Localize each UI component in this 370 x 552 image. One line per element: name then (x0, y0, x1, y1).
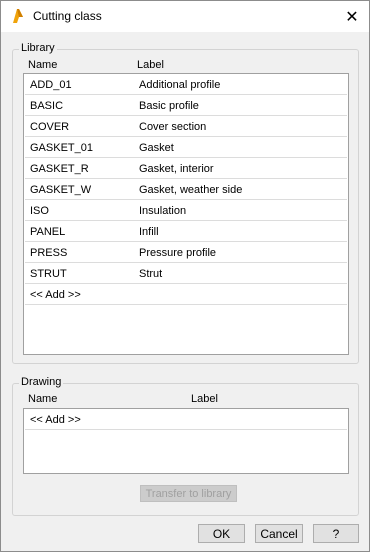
row-label: Infill (139, 226, 159, 238)
list-row[interactable]: COVER Cover section (25, 117, 347, 137)
row-name: GASKET_W (30, 184, 92, 196)
transfer-to-library-button[interactable]: Transfer to library (140, 485, 237, 502)
row-label: Additional profile (139, 79, 221, 91)
list-row[interactable]: PANEL Infill (25, 222, 347, 242)
row-label: Insulation (139, 205, 187, 217)
list-row[interactable]: GASKET_R Gasket, interior (25, 159, 347, 179)
add-row[interactable]: << Add >> (25, 410, 347, 430)
row-label: Pressure profile (139, 247, 217, 259)
list-row[interactable]: GASKET_01 Gasket (25, 138, 347, 158)
row-name: << Add >> (30, 289, 81, 301)
drawing-list[interactable]: << Add >> (23, 408, 349, 474)
library-group: Library Name Label ADD_01 Additional prof… (12, 42, 359, 364)
row-name: << Add >> (30, 414, 81, 426)
help-button[interactable]: ? (313, 524, 359, 543)
app-icon (10, 8, 26, 24)
row-name: COVER (30, 121, 70, 133)
row-name: PRESS (30, 247, 68, 259)
drawing-group-label: Drawing (19, 376, 64, 388)
row-label: Strut (139, 268, 163, 280)
dialog-window: Cutting class ✕ Library Name Label ADD_0… (0, 0, 370, 552)
list-row[interactable]: STRUT Strut (25, 264, 347, 284)
library-group-label: Library (19, 42, 57, 54)
row-label: Cover section (139, 121, 207, 133)
row-label: Gasket, weather side (139, 184, 243, 196)
ok-button[interactable]: OK (198, 524, 245, 543)
row-label: Gasket (139, 142, 174, 154)
row-name: ADD_01 (30, 79, 72, 91)
library-column-name: Name (28, 59, 58, 71)
library-list[interactable]: ADD_01 Additional profile BASIC Basic profi… (23, 73, 349, 355)
row-name: PANEL (30, 226, 66, 238)
close-button[interactable]: ✕ (335, 1, 369, 32)
list-row[interactable]: ADD_01 Additional profile (25, 75, 347, 95)
drawing-column-label: Label (191, 393, 218, 405)
drawing-column-name: Name (28, 393, 58, 405)
title-bar: Cutting class ✕ (1, 1, 369, 32)
library-column-label: Label (137, 59, 164, 71)
row-label: Basic profile (139, 100, 199, 112)
row-name: GASKET_01 (30, 142, 93, 154)
row-name: STRUT (30, 268, 67, 280)
row-name: GASKET_R (30, 163, 89, 175)
drawing-group: Drawing Name Label << Add >> Transfer to… (12, 376, 359, 516)
row-name: ISO (30, 205, 49, 217)
list-row[interactable]: PRESS Pressure profile (25, 243, 347, 263)
close-icon: ✕ (345, 8, 359, 26)
cancel-button[interactable]: Cancel (255, 524, 303, 543)
list-row[interactable]: GASKET_W Gasket, weather side (25, 180, 347, 200)
window-title: Cutting class (33, 9, 102, 23)
row-name: BASIC (30, 100, 64, 112)
list-row[interactable]: BASIC Basic profile (25, 96, 347, 116)
list-row[interactable]: ISO Insulation (25, 201, 347, 221)
row-label: Gasket, interior (139, 163, 214, 175)
add-row[interactable]: << Add >> (25, 285, 347, 305)
